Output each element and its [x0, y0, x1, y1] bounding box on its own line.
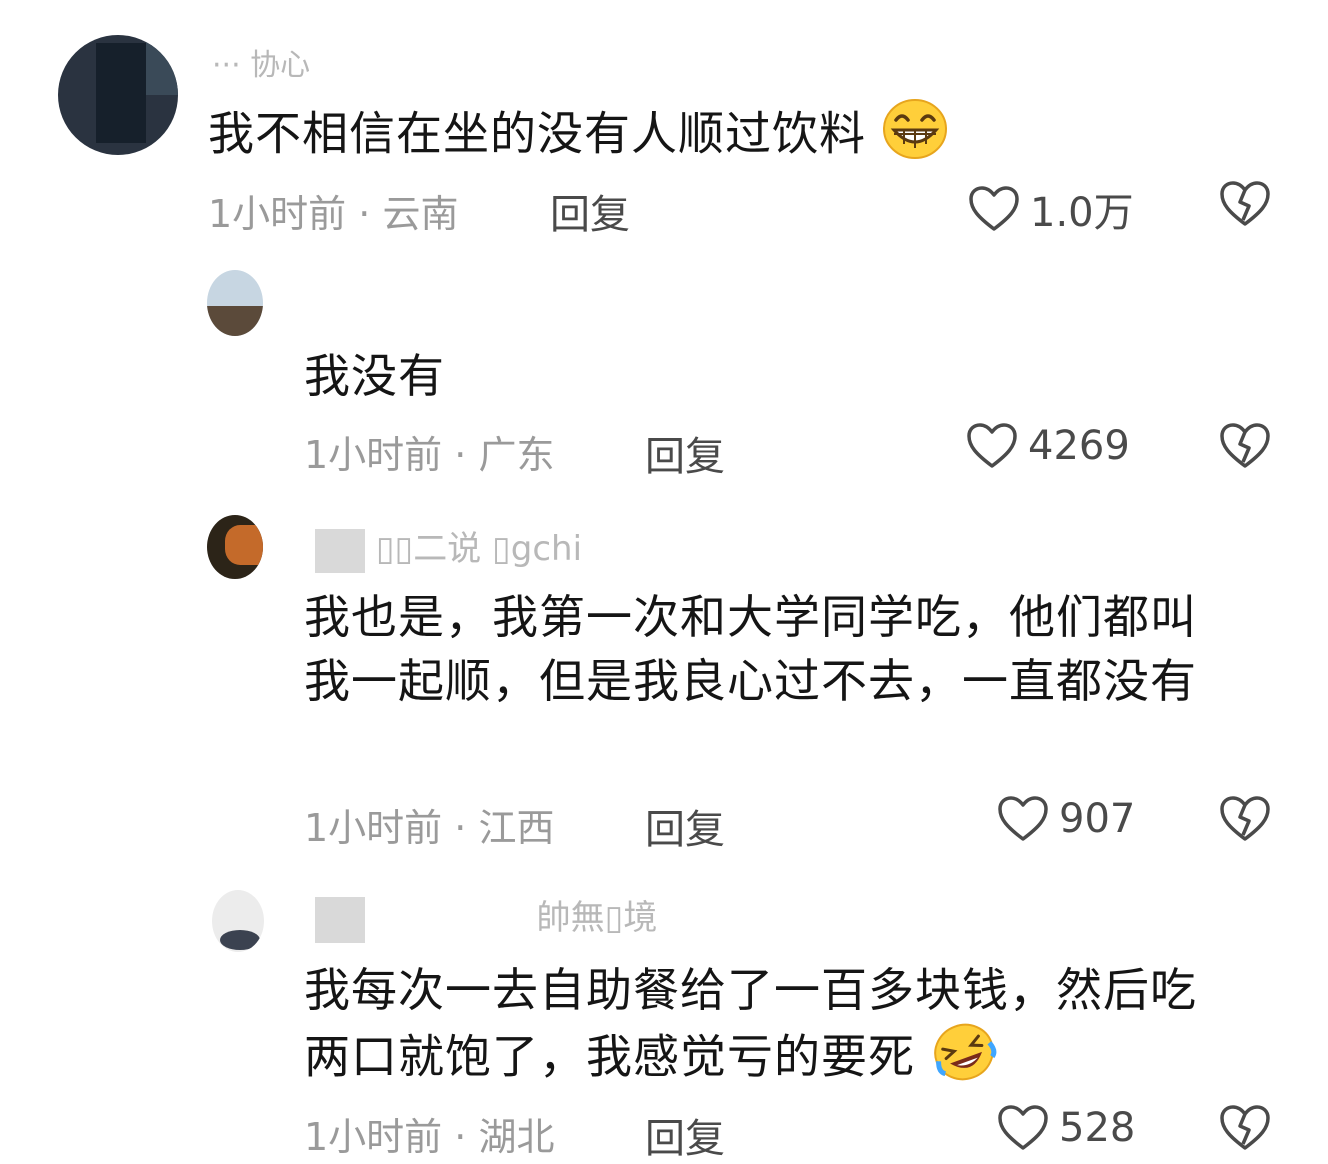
username[interactable]: ▯▯二说 ▯gchi — [315, 521, 582, 573]
location: 广东 — [478, 433, 555, 477]
like-count: 907 — [1059, 796, 1136, 842]
reply-button[interactable]: 回复 — [645, 797, 725, 855]
heart-icon — [998, 796, 1048, 841]
broken-heart-icon[interactable] — [1219, 180, 1271, 228]
timestamp: 1小时前 — [304, 1115, 443, 1159]
comment-4: 帥無▯境 我每次一去自助餐给了一百多块钱，然后吃两口就饱了，我感觉亏的要死 1小… — [0, 870, 1328, 1162]
heart-icon — [967, 423, 1017, 468]
like-button[interactable]: 1.0万 — [968, 180, 1134, 238]
comment-1: ··· 协心 我不相信在坐的没有人顺过饮料 1小时前 · 云南 回复 1.0万 — [0, 0, 1328, 240]
broken-heart-icon[interactable] — [1219, 422, 1271, 470]
avatar[interactable] — [207, 270, 263, 336]
reply-button[interactable]: 回复 — [645, 424, 725, 482]
username[interactable]: ··· 协心 — [212, 40, 310, 84]
rolling-on-floor-laughing-emoji — [931, 1022, 997, 1098]
comment-meta: 1小时前 · 广东 — [304, 433, 555, 477]
like-count: 1.0万 — [1030, 190, 1134, 236]
comment-text: 我也是，我第一次和大学同学吃，他们都叫我一起顺，但是我良心过不去，一直都没有 — [304, 590, 1197, 708]
timestamp: 1小时前 — [304, 433, 443, 477]
reply-button[interactable]: 回复 — [645, 1106, 725, 1164]
comment-text: 我没有 — [304, 349, 445, 403]
broken-heart-icon[interactable] — [1219, 795, 1271, 843]
timestamp: 1小时前 — [208, 192, 347, 236]
comment-meta: 1小时前 · 江西 — [304, 806, 555, 850]
avatar[interactable] — [207, 515, 263, 579]
comment-meta: 1小时前 · 云南 — [208, 192, 459, 236]
heart-icon — [969, 186, 1019, 231]
location: 湖北 — [478, 1115, 555, 1159]
like-button[interactable]: 528 — [997, 1104, 1135, 1152]
like-button[interactable]: 907 — [997, 795, 1135, 843]
grinning-face-emoji — [882, 98, 948, 176]
timestamp: 1小时前 — [304, 806, 443, 850]
reply-button[interactable]: 回复 — [550, 182, 630, 240]
location: 云南 — [382, 192, 459, 236]
comment-3: ▯▯二说 ▯gchi 我也是，我第一次和大学同学吃，他们都叫我一起顺，但是我良心… — [0, 495, 1328, 865]
heart-icon — [998, 1105, 1048, 1150]
comment-2: 我没有 1小时前 · 广东 回复 4269 — [0, 250, 1328, 480]
comment-text: 我每次一去自助餐给了一百多块钱，然后吃两口就饱了，我感觉亏的要死 — [304, 958, 1234, 1098]
username[interactable]: 帥無▯境 — [315, 890, 657, 943]
location: 江西 — [478, 806, 555, 850]
like-count: 528 — [1059, 1105, 1136, 1151]
like-count: 4269 — [1028, 423, 1130, 469]
avatar[interactable] — [212, 890, 264, 952]
comment-text: 我不相信在坐的没有人顺过饮料 — [208, 98, 1108, 176]
like-button[interactable]: 4269 — [966, 422, 1130, 470]
comment-meta: 1小时前 · 湖北 — [304, 1115, 555, 1159]
broken-heart-icon[interactable] — [1219, 1104, 1271, 1152]
avatar[interactable] — [58, 35, 178, 155]
